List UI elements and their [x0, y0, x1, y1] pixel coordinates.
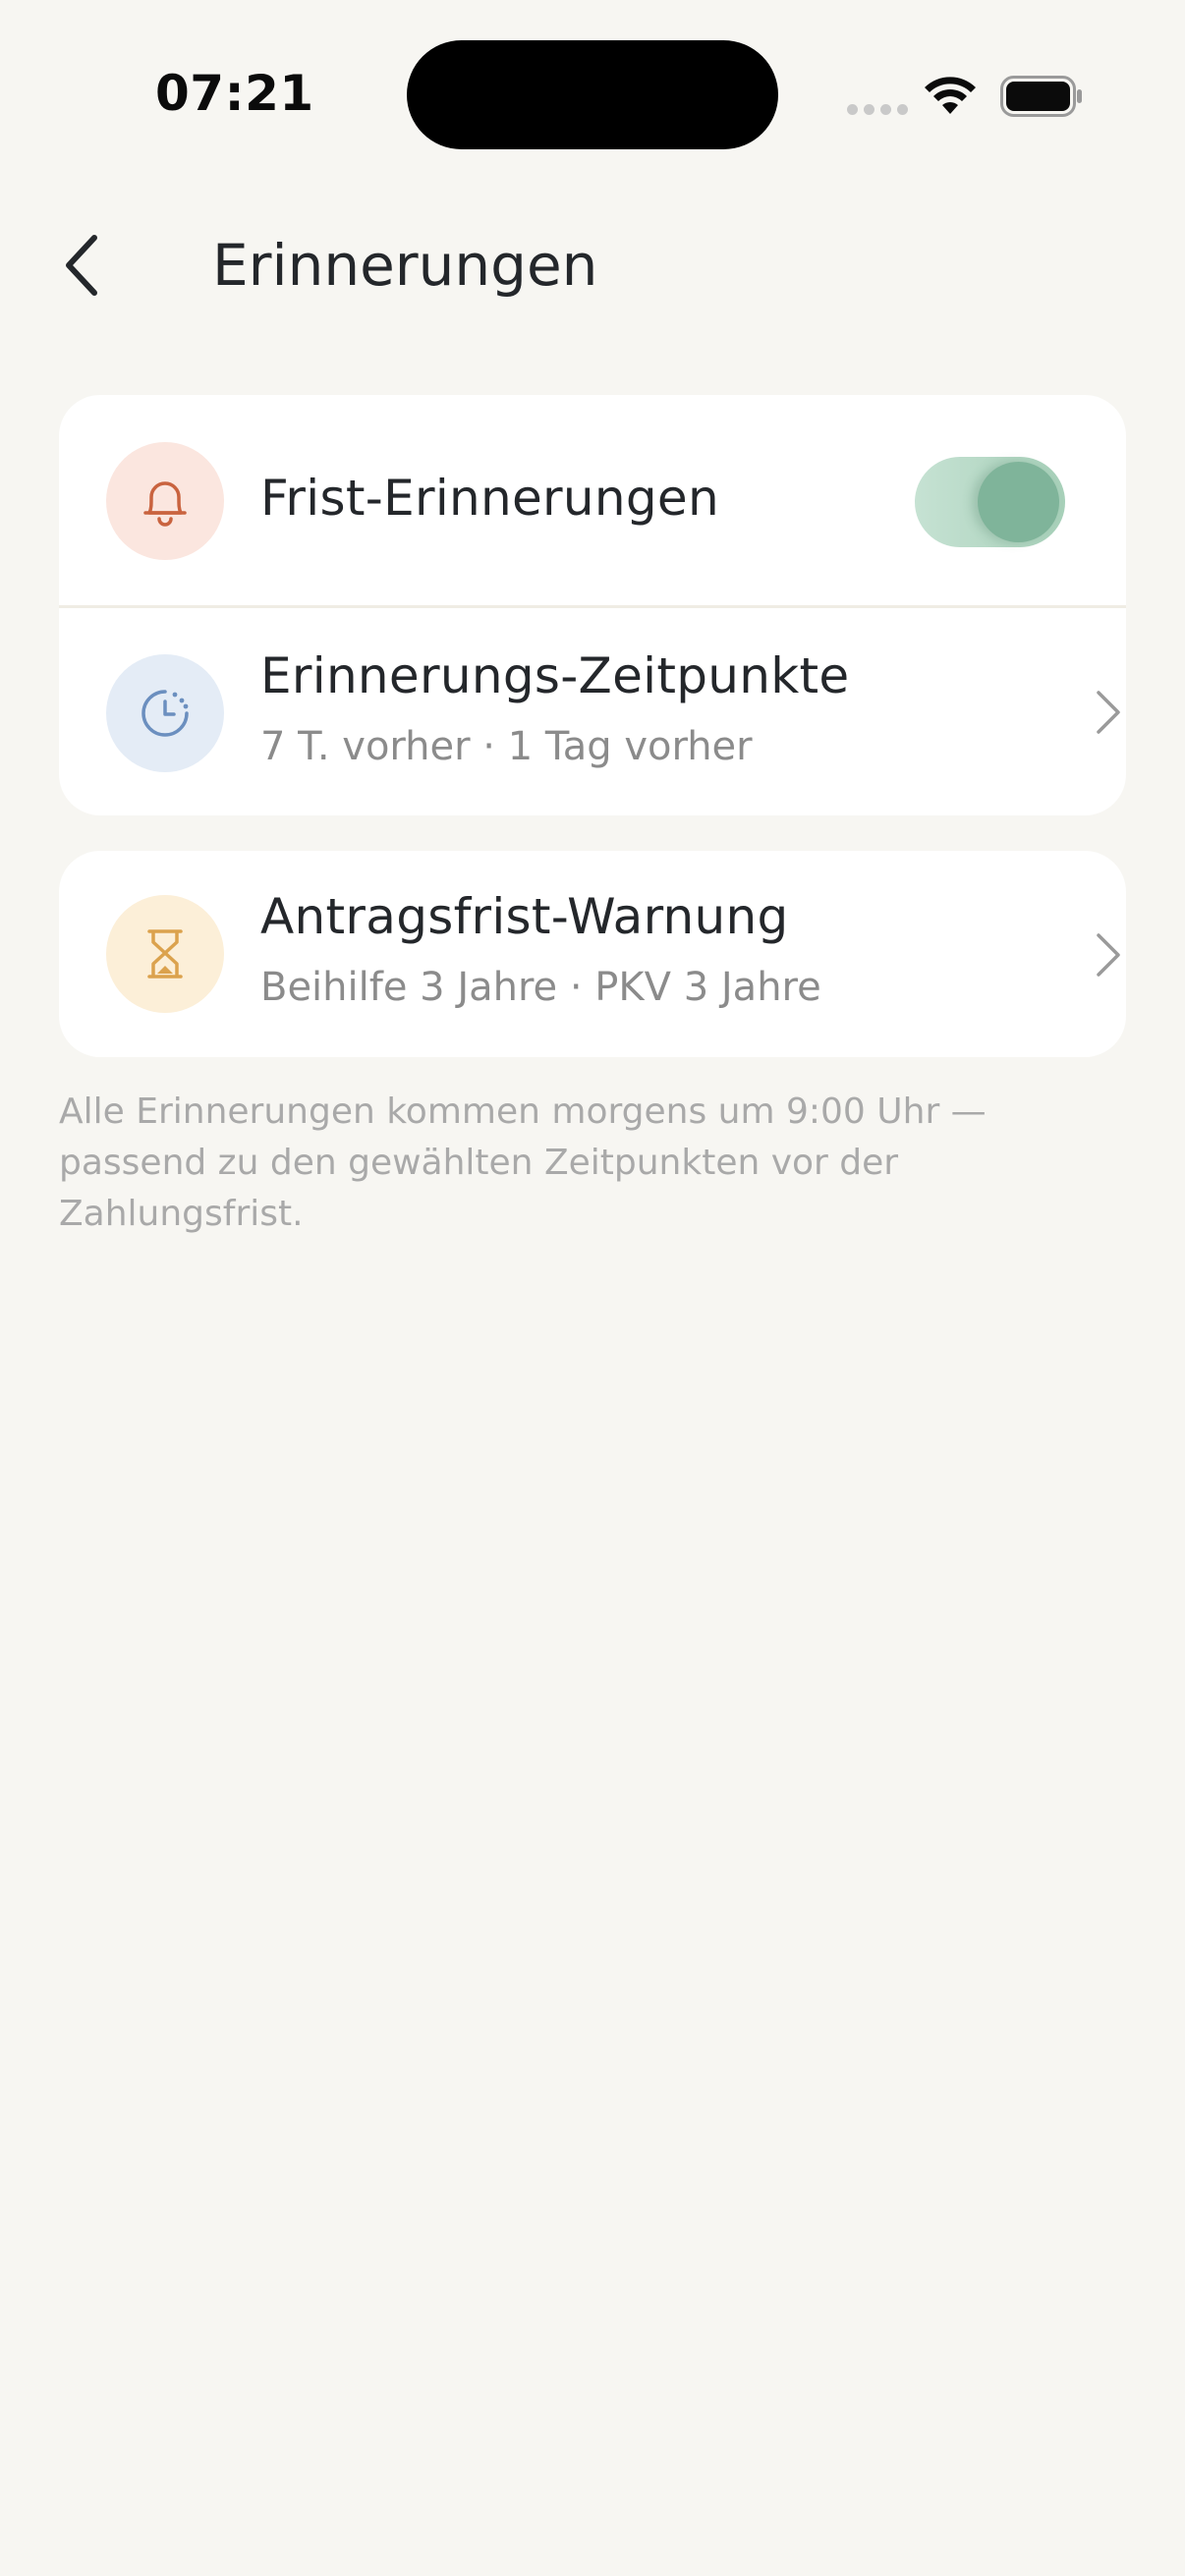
wifi-icon	[925, 77, 976, 114]
deadline-reminders-row: Frist-Erinnerungen	[59, 395, 1126, 605]
cellular-signal-icon	[847, 104, 908, 115]
application-deadline-warning-title: Antragsfrist-Warnung	[260, 888, 789, 945]
reminder-times-row[interactable]: Erinnerungs-Zeitpunkte 7 T. vorher · 1 T…	[59, 608, 1126, 815]
application-deadline-card: Antragsfrist-Warnung Beihilfe 3 Jahre · …	[59, 851, 1126, 1057]
nav-header: Erinnerungen	[0, 196, 1185, 334]
deadline-reminders-title: Frist-Erinnerungen	[260, 470, 719, 527]
reminder-times-title: Erinnerungs-Zeitpunkte	[260, 647, 850, 704]
status-bar: 07:21	[0, 0, 1185, 187]
back-button[interactable]	[51, 226, 114, 305]
hourglass-icon-circle	[106, 895, 224, 1013]
chevron-right-icon	[1097, 691, 1120, 734]
application-deadline-warning-subtitle: Beihilfe 3 Jahre · PKV 3 Jahre	[260, 965, 821, 1010]
bell-icon	[143, 481, 187, 527]
clock-icon-circle	[106, 654, 224, 772]
application-deadline-warning-row[interactable]: Antragsfrist-Warnung Beihilfe 3 Jahre · …	[59, 851, 1126, 1057]
bell-icon-circle	[106, 442, 224, 560]
dynamic-island	[407, 40, 778, 149]
reminders-card: Frist-Erinnerungen Erinnerungs-Zeitpunkt…	[59, 395, 1126, 815]
clock-icon	[141, 690, 189, 737]
chevron-left-icon	[66, 235, 97, 296]
chevron-right-icon	[1097, 933, 1120, 977]
reminders-footnote: Alle Erinnerungen kommen morgens um 9:00…	[59, 1092, 987, 1234]
deadline-reminders-toggle[interactable]	[915, 457, 1065, 547]
page-title: Erinnerungen	[212, 232, 598, 299]
hourglass-icon	[147, 929, 183, 979]
toggle-knob	[978, 462, 1059, 542]
reminder-times-subtitle: 7 T. vorher · 1 Tag vorher	[260, 724, 753, 769]
battery-icon	[1000, 76, 1082, 117]
status-time: 07:21	[155, 65, 314, 122]
